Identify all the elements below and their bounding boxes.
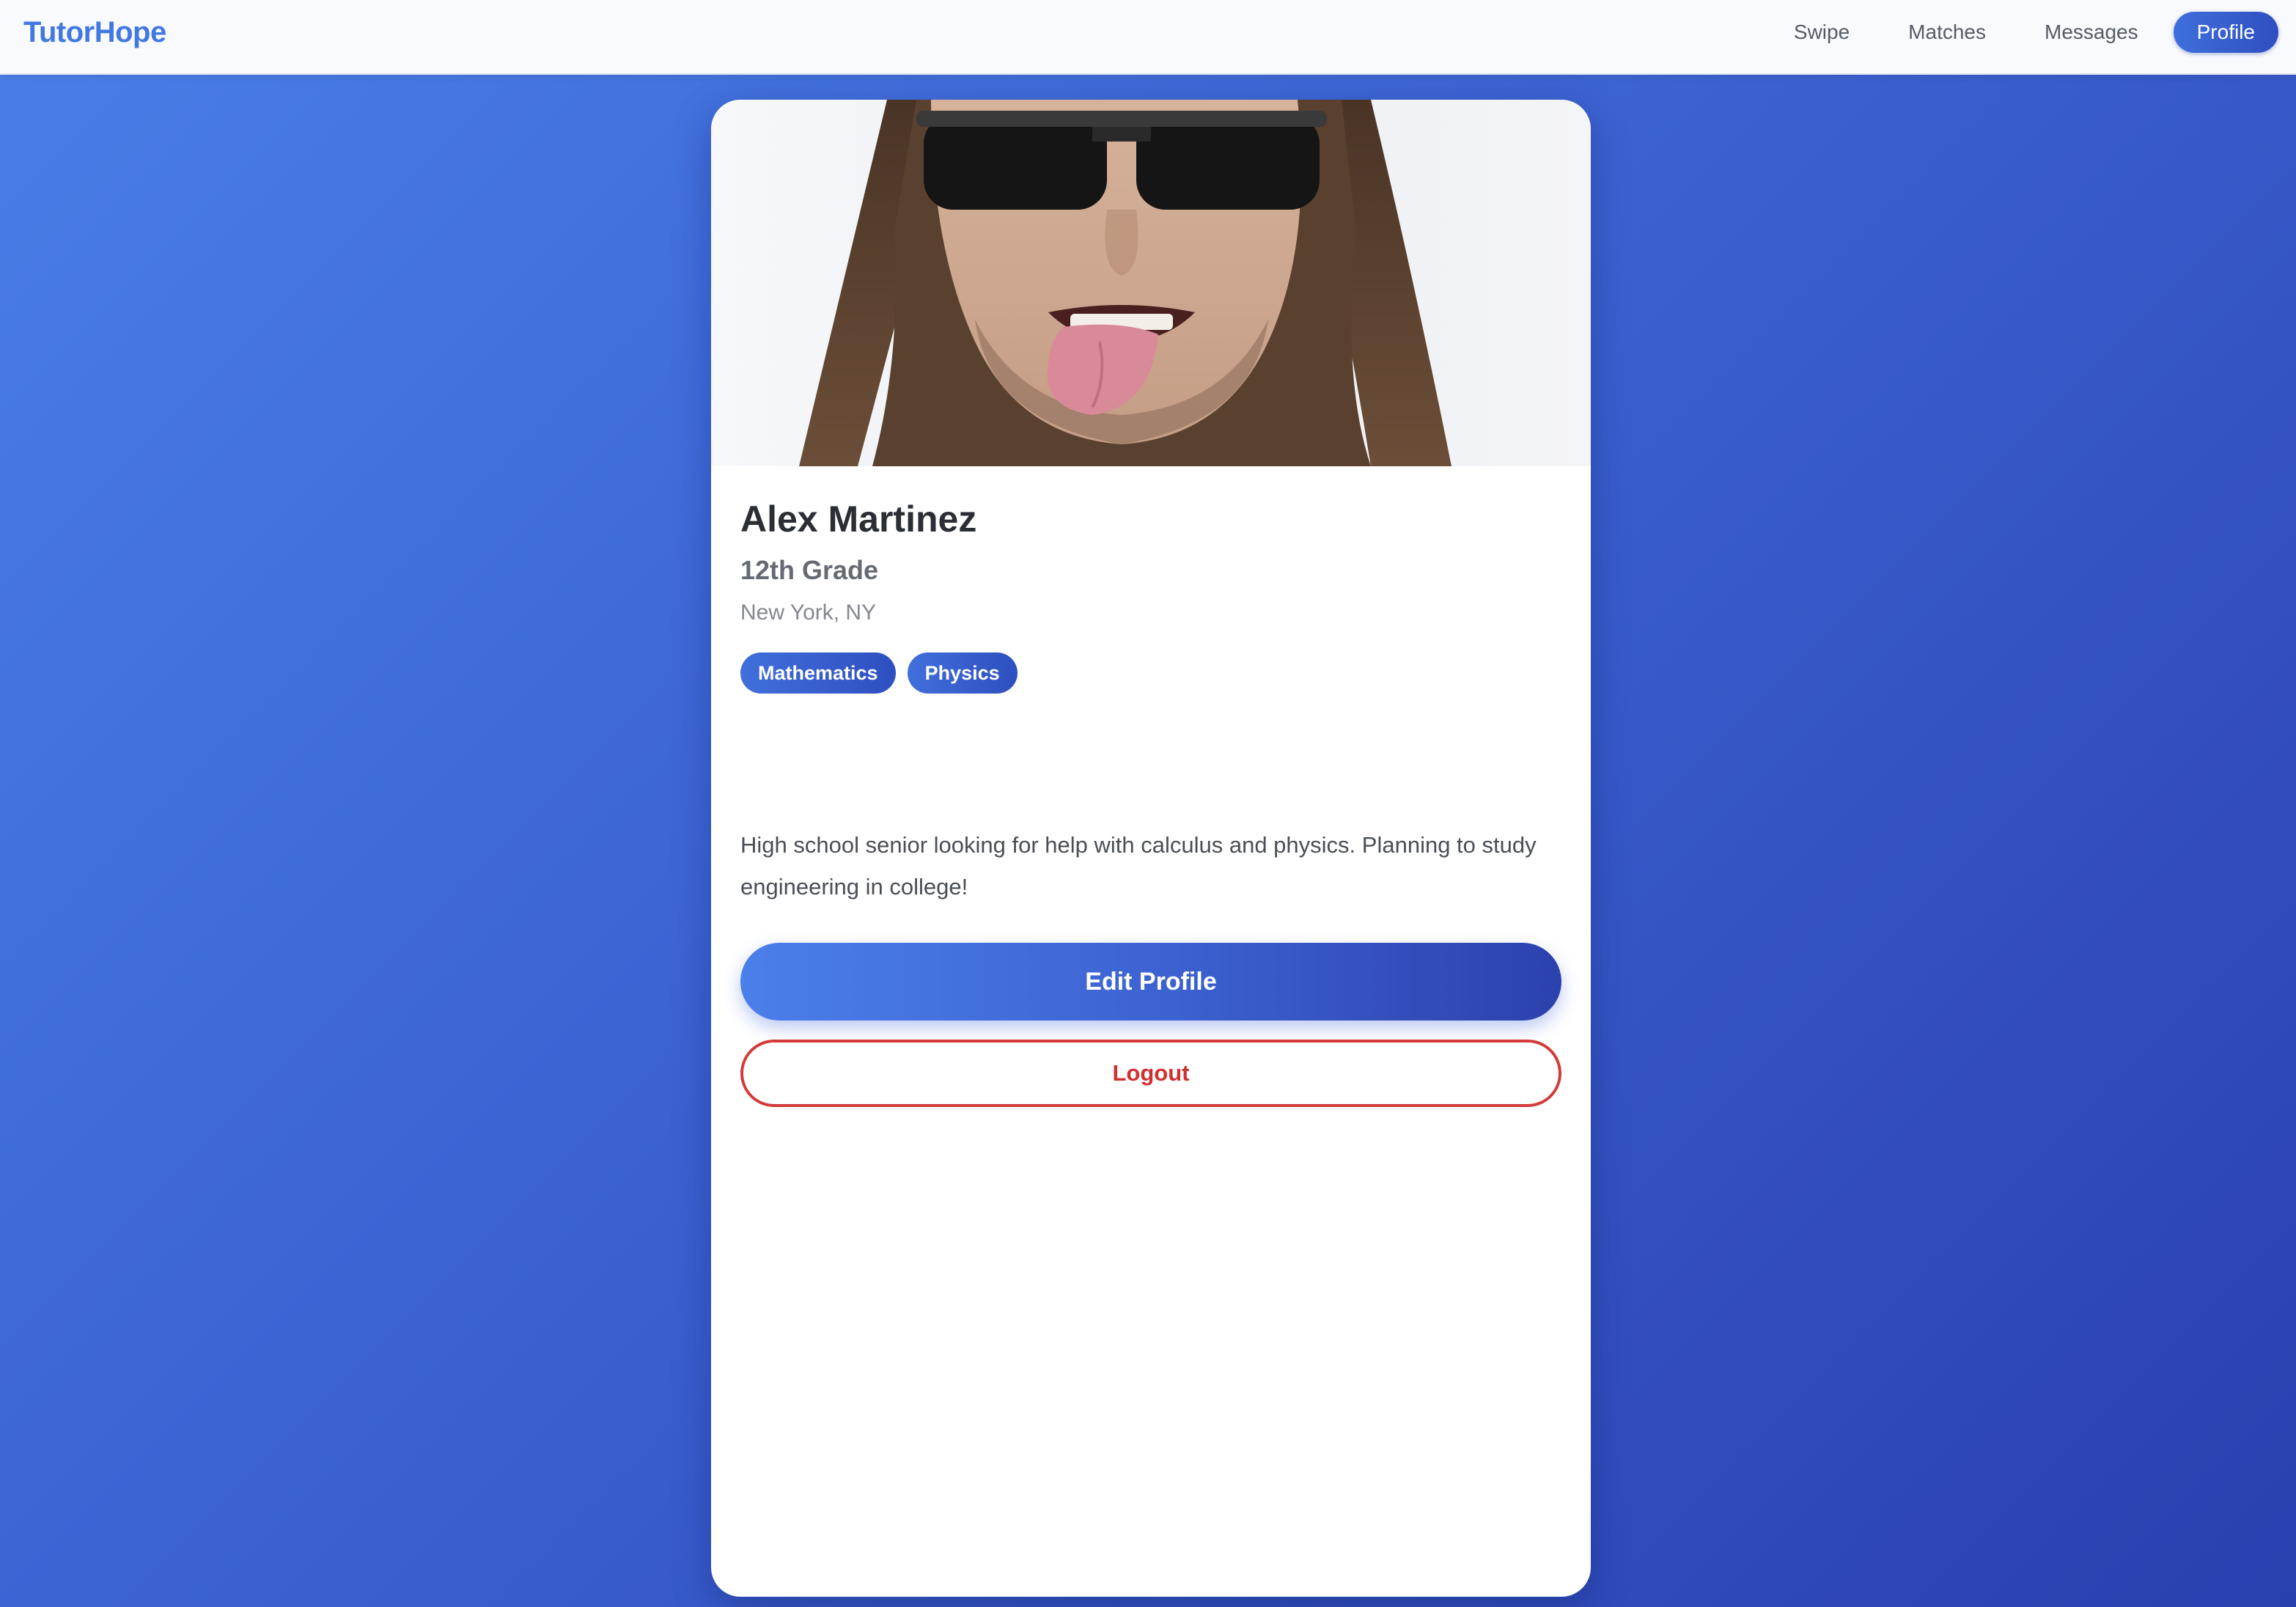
subject-tag-physics: Physics [907,652,1018,694]
profile-photo [711,100,1591,466]
profile-photo-image [799,100,1451,466]
profile-name: Alex Martinez [740,499,977,540]
profile-bio: High school senior looking for help with… [740,832,1537,900]
nav-item-matches[interactable]: Matches [1879,12,2015,53]
subject-tags: Mathematics Physics [740,652,1029,694]
edit-profile-button[interactable]: Edit Profile [740,943,1561,1021]
app-logo[interactable]: TutorHope [23,15,166,50]
nav-item-messages[interactable]: Messages [2015,12,2168,53]
profile-card: Alex Martinez 12th Grade New York, NY Ma… [711,100,1591,1597]
logout-button[interactable]: Logout [740,1040,1561,1107]
top-navbar: TutorHope Swipe Matches Messages Profile [0,0,2296,75]
profile-location: New York, NY [740,600,877,625]
nav-item-profile[interactable]: Profile [2173,12,2278,53]
subject-tag-mathematics: Mathematics [740,652,896,694]
nav-item-swipe[interactable]: Swipe [1765,12,1879,53]
profile-grade: 12th Grade [740,555,879,585]
nav-links: Swipe Matches Messages Profile [1765,12,2278,53]
